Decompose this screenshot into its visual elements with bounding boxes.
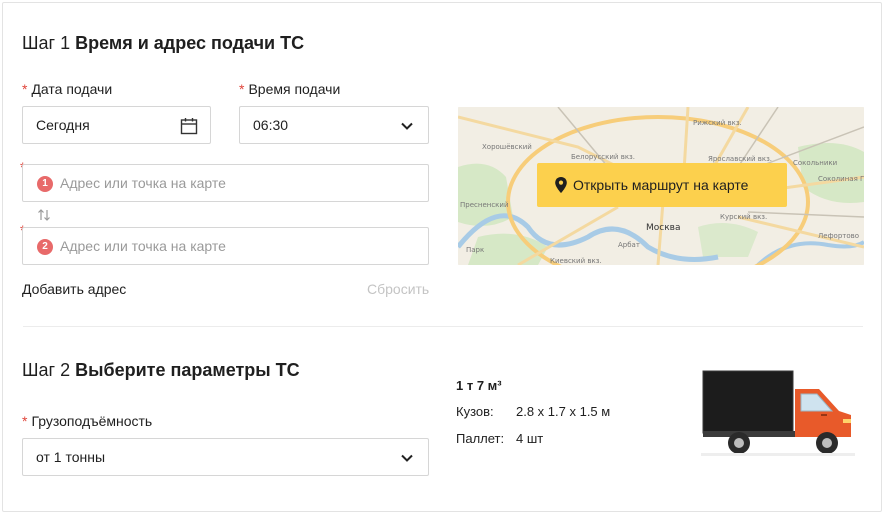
chevron-down-icon (401, 454, 413, 462)
add-address-link[interactable]: Добавить адрес (22, 281, 126, 297)
map-label: Лефортово (818, 232, 859, 240)
map-label: Парк (466, 246, 484, 254)
time-label: * Время подачи (239, 80, 340, 98)
capacity-select[interactable]: от 1 тонны (22, 438, 429, 476)
map-label: Хорошёвский (482, 143, 532, 151)
map-label: Соколиная Гора (818, 175, 864, 183)
map-label: Ярославский вкз. (708, 155, 772, 163)
map-label: Рижский вкз. (693, 119, 742, 127)
required-mark: * (22, 81, 28, 97)
required-mark: * (22, 413, 28, 429)
order-form-card: Шаг 1 Время и адрес подачи ТС * Дата пода… (2, 2, 882, 512)
map-label: Сокольники (793, 159, 837, 167)
map-city-label: Москва (646, 223, 680, 233)
open-route-map-button[interactable]: Открыть маршрут на карте (537, 163, 787, 207)
location-pin-icon (555, 177, 567, 193)
step1-title: Шаг 1 Время и адрес подачи ТС (22, 32, 304, 54)
truck-icon (701, 370, 855, 456)
map-label: Белорусский вкз. (571, 153, 635, 161)
section-divider (23, 326, 863, 327)
date-label-text: Дата подачи (31, 81, 113, 97)
date-field[interactable]: Сегодня (22, 106, 211, 144)
time-select[interactable]: 06:30 (239, 106, 429, 144)
chevron-down-icon (401, 122, 413, 130)
date-label: * Дата подачи (22, 80, 112, 98)
map-label: Арбат (618, 241, 640, 249)
calendar-icon (180, 118, 198, 135)
required-mark: * (239, 81, 245, 97)
address-input-2[interactable]: 2 Адрес или точка на карте (22, 227, 429, 265)
swap-icon[interactable] (36, 208, 52, 222)
reset-link[interactable]: Сбросить (367, 281, 429, 297)
step2-title: Шаг 2 Выберите параметры ТС (22, 359, 300, 381)
time-value: 06:30 (253, 117, 289, 133)
address-1-placeholder: Адрес или точка на карте (60, 175, 226, 191)
capacity-label-text: Грузоподъёмность (31, 413, 153, 429)
vehicle-title: 1 т 7 м³ (456, 378, 502, 393)
map-label: Пресненский (460, 201, 509, 209)
step1-prefix: Шаг 1 (22, 33, 71, 53)
map-label: Курский вкз. (720, 213, 767, 221)
body-size-value: 2.8 x 1.7 x 1.5 м (516, 404, 611, 419)
body-size-label: Кузов: (456, 404, 494, 419)
address-2-number: 2 (37, 239, 53, 255)
pallet-value: 4 шт (516, 431, 544, 446)
time-label-text: Время подачи (248, 81, 341, 97)
step1-heading: Время и адрес подачи ТС (75, 33, 305, 53)
capacity-value: от 1 тонны (36, 449, 106, 465)
capacity-label: * Грузоподъёмность (22, 412, 152, 430)
address-1-number: 1 (37, 176, 53, 192)
step2-prefix: Шаг 2 (22, 360, 71, 380)
map-label: Киевский вкз. (550, 257, 602, 265)
pallet-label: Паллет: (456, 431, 505, 446)
route-map[interactable]: Хорошёвский Белорусский вкз. Рижский вкз… (458, 107, 864, 265)
step2-heading: Выберите параметры ТС (75, 360, 300, 380)
address-2-placeholder: Адрес или точка на карте (60, 238, 226, 254)
open-route-map-label: Открыть маршрут на карте (573, 177, 749, 193)
date-value: Сегодня (36, 117, 90, 133)
address-input-1[interactable]: 1 Адрес или точка на карте (22, 164, 429, 202)
